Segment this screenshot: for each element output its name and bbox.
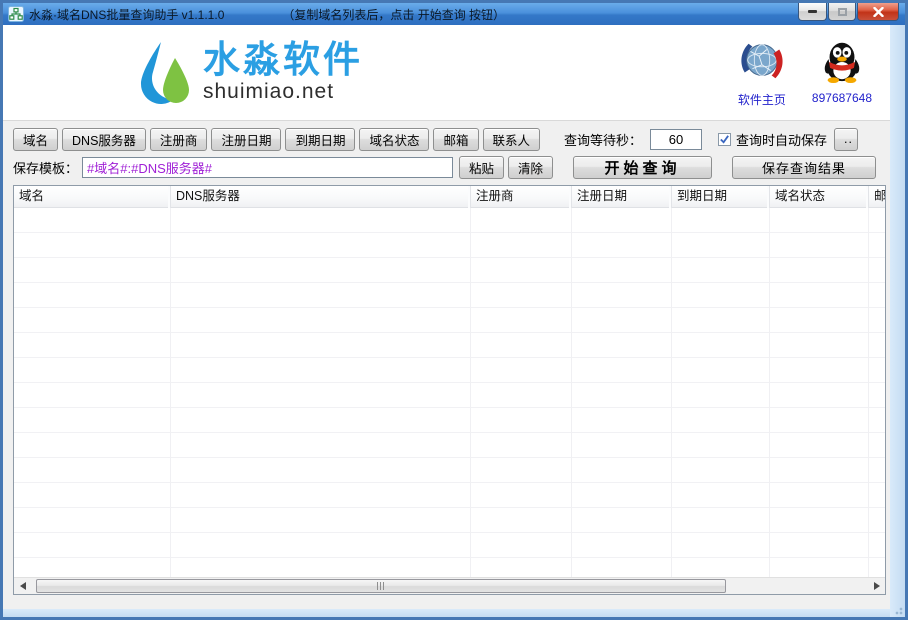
close-button[interactable] — [857, 3, 899, 21]
close-icon — [873, 7, 884, 17]
window-content: 水淼软件 shuimiao.net 软件主页 — [3, 25, 890, 609]
insert-field-dns-button[interactable]: DNS服务器 — [62, 128, 146, 151]
resize-grip-icon[interactable] — [893, 605, 903, 615]
qq-penguin-icon — [819, 38, 865, 84]
column-divider — [470, 208, 471, 577]
qq-contact-link[interactable]: 897687648 — [812, 38, 872, 108]
window-frame-bottom — [3, 609, 890, 617]
header-links: 软件主页 — [738, 38, 872, 108]
toolbar-row-fields: 域名 DNS服务器 注册商 注册日期 到期日期 域名状态 邮箱 联系人 查询等待… — [13, 127, 880, 151]
wait-seconds-label: 查询等待秒： — [564, 130, 642, 149]
window-frame-right — [890, 25, 905, 617]
homepage-link-label: 软件主页 — [738, 91, 786, 108]
insert-field-email-button[interactable]: 邮箱 — [433, 128, 478, 151]
scroll-left-icon — [20, 582, 26, 590]
results-table-body[interactable] — [14, 208, 885, 577]
wait-seconds-input[interactable] — [650, 129, 702, 150]
globe-icon — [739, 38, 785, 84]
insert-field-status-button[interactable]: 域名状态 — [359, 128, 429, 151]
column-divider — [170, 208, 171, 577]
titlebar[interactable]: 水淼·域名DNS批量查询助手 v1.1.1.0 （复制域名列表后，点击 开始查询… — [3, 3, 905, 25]
column-header-expiry[interactable]: 到期日期 — [672, 186, 770, 208]
logo-text: 水淼软件 shuimiao.net — [203, 41, 363, 104]
column-header-dns[interactable]: DNS服务器 — [171, 186, 471, 208]
checkbox-check-icon — [719, 134, 730, 145]
column-header-status[interactable]: 域名状态 — [770, 186, 869, 208]
window-controls — [798, 3, 899, 21]
homepage-link[interactable]: 软件主页 — [738, 38, 786, 108]
column-divider — [571, 208, 572, 577]
minimize-button[interactable] — [798, 3, 827, 21]
column-divider — [868, 208, 869, 577]
maximize-button[interactable] — [828, 3, 856, 21]
insert-field-domain-button[interactable]: 域名 — [13, 128, 58, 151]
app-window: 水淼·域名DNS批量查询助手 v1.1.1.0 （复制域名列表后，点击 开始查询… — [0, 0, 908, 620]
insert-field-expiry-button[interactable]: 到期日期 — [285, 128, 355, 151]
scrollbar-thumb[interactable] — [36, 579, 726, 593]
scroll-right-button[interactable] — [868, 578, 885, 594]
results-table: 域名 DNS服务器 注册商 注册日期 到期日期 域名状态 邮箱 — [13, 185, 886, 595]
qq-number-label: 897687648 — [812, 91, 872, 105]
column-header-regdate[interactable]: 注册日期 — [572, 186, 672, 208]
water-drop-icon — [139, 40, 191, 106]
scroll-left-button[interactable] — [14, 578, 31, 594]
maximize-icon — [838, 8, 847, 16]
insert-field-regdate-button[interactable]: 注册日期 — [211, 128, 281, 151]
more-options-button[interactable]: .. — [834, 128, 858, 151]
column-header-email[interactable]: 邮箱 — [869, 186, 886, 208]
toolbar: 域名 DNS服务器 注册商 注册日期 到期日期 域名状态 邮箱 联系人 查询等待… — [3, 121, 890, 183]
clear-button[interactable]: 清除 — [508, 156, 553, 179]
window-title-hint: （复制域名列表后，点击 开始查询 按钮） — [282, 6, 505, 23]
logo-domain: shuimiao.net — [203, 80, 363, 104]
column-header-domain[interactable]: 域名 — [14, 186, 171, 208]
template-label: 保存模板： — [13, 158, 78, 177]
app-icon — [8, 6, 24, 22]
autosave-label: 查询时自动保存 — [736, 130, 827, 149]
minimize-icon — [808, 10, 817, 13]
scroll-right-icon — [874, 582, 880, 590]
template-input[interactable] — [82, 157, 453, 178]
column-divider — [671, 208, 672, 577]
paste-button[interactable]: 粘贴 — [459, 156, 504, 179]
window-title: 水淼·域名DNS批量查询助手 v1.1.1.0 — [29, 6, 224, 23]
autosave-checkbox[interactable] — [718, 133, 731, 146]
app-header: 水淼软件 shuimiao.net 软件主页 — [3, 25, 890, 121]
insert-field-registrar-button[interactable]: 注册商 — [150, 128, 208, 151]
start-query-button[interactable]: 开始查询 — [573, 156, 712, 179]
horizontal-scrollbar[interactable] — [14, 577, 885, 594]
logo-title: 水淼软件 — [203, 41, 363, 80]
logo: 水淼软件 shuimiao.net — [139, 40, 363, 106]
column-header-registrar[interactable]: 注册商 — [471, 186, 572, 208]
results-table-header: 域名 DNS服务器 注册商 注册日期 到期日期 域名状态 邮箱 — [14, 186, 885, 208]
column-divider — [769, 208, 770, 577]
insert-field-contact-button[interactable]: 联系人 — [483, 128, 541, 151]
scrollbar-grip-icon — [377, 582, 386, 590]
save-results-button[interactable]: 保存查询结果 — [732, 156, 876, 179]
toolbar-row-template: 保存模板： 粘贴 清除 开始查询 保存查询结果 — [13, 155, 880, 179]
